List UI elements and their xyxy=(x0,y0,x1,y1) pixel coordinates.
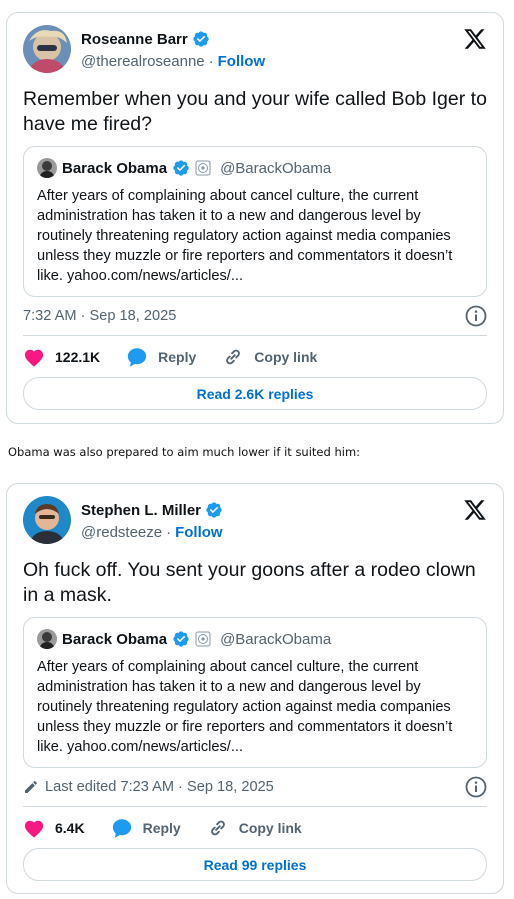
quote-author-name: Barack Obama xyxy=(62,159,168,177)
heart-icon xyxy=(24,349,44,367)
link-icon xyxy=(226,349,241,365)
pencil-icon xyxy=(25,781,37,793)
verified-badge-icon xyxy=(173,631,189,647)
x-logo-icon[interactable] xyxy=(463,27,487,51)
like-button[interactable]: 6.4K xyxy=(23,818,85,838)
copy-link-label: Copy link xyxy=(238,820,302,836)
info-icon[interactable] xyxy=(465,776,487,798)
avatar-miller[interactable] xyxy=(23,496,71,544)
link-icon xyxy=(210,820,225,836)
tweet-text: Remember when you and your wife called B… xyxy=(23,88,487,135)
copy-link-button[interactable]: Copy link xyxy=(222,346,317,368)
quote-avatar xyxy=(37,629,57,649)
caption-text: Obama was also prepared to aim much lowe… xyxy=(8,445,361,459)
info-icon[interactable] xyxy=(465,305,487,327)
author-name[interactable]: Stephen L. Miller xyxy=(81,502,201,519)
tweet-text: Oh fuck off. You sent your goons after a… xyxy=(23,559,476,606)
like-count: 122.1K xyxy=(55,349,101,365)
seal-icon xyxy=(195,631,211,647)
verified-badge-icon xyxy=(206,502,222,518)
author-handle[interactable]: @redsteeze xyxy=(81,524,162,541)
copy-link-button[interactable]: Copy link xyxy=(207,817,302,839)
avatar-roseanne[interactable] xyxy=(23,25,71,73)
divider xyxy=(23,806,487,807)
quote-author-name: Barack Obama xyxy=(62,630,168,648)
author-name[interactable]: Roseanne Barr xyxy=(81,31,188,48)
quote-avatar xyxy=(37,158,57,178)
heart-icon xyxy=(24,820,44,838)
divider xyxy=(23,335,487,336)
copy-link-label: Copy link xyxy=(254,349,318,365)
verified-badge-icon xyxy=(193,31,209,47)
reply-bubble-icon xyxy=(112,819,131,838)
reply-bubble-icon xyxy=(127,348,147,367)
quote-text: After years of complaining about cancel … xyxy=(37,659,453,755)
like-count: 6.4K xyxy=(55,820,85,836)
follow-button[interactable]: Follow xyxy=(218,53,266,70)
quote-author-handle: @BarackObama xyxy=(220,159,332,177)
reply-button[interactable]: Reply xyxy=(111,817,181,839)
like-button[interactable]: 122.1K xyxy=(23,347,100,367)
reply-button[interactable]: Reply xyxy=(126,346,196,368)
tweet-card-miller: Stephen L. Miller @redsteeze · Follow Oh… xyxy=(6,483,504,894)
reply-label: Reply xyxy=(142,820,181,836)
quote-author-handle: @BarackObama xyxy=(220,630,332,648)
reply-label: Reply xyxy=(158,349,197,365)
verified-badge-icon xyxy=(173,160,189,176)
tweet-card-roseanne: Roseanne Barr @therealroseanne · Follow … xyxy=(6,12,504,424)
quoted-tweet[interactable]: Barack Obama @BarackObama After years of… xyxy=(23,617,487,768)
read-replies-button[interactable]: Read 99 replies xyxy=(23,848,487,881)
author-handle[interactable]: @therealroseanne xyxy=(81,53,205,70)
quote-text: After years of complaining about cancel … xyxy=(37,188,453,284)
quoted-tweet[interactable]: Barack Obama @BarackObama After years of… xyxy=(23,146,487,297)
x-logo-icon[interactable] xyxy=(463,498,487,522)
tweet-timestamp[interactable]: 7:32 AM · Sep 18, 2025 xyxy=(23,308,176,324)
read-replies-button[interactable]: Read 2.6K replies xyxy=(23,377,487,410)
seal-icon xyxy=(195,160,211,176)
follow-button[interactable]: Follow xyxy=(175,524,223,541)
tweet-timestamp[interactable]: Last edited 7:23 AM · Sep 18, 2025 xyxy=(45,779,274,795)
